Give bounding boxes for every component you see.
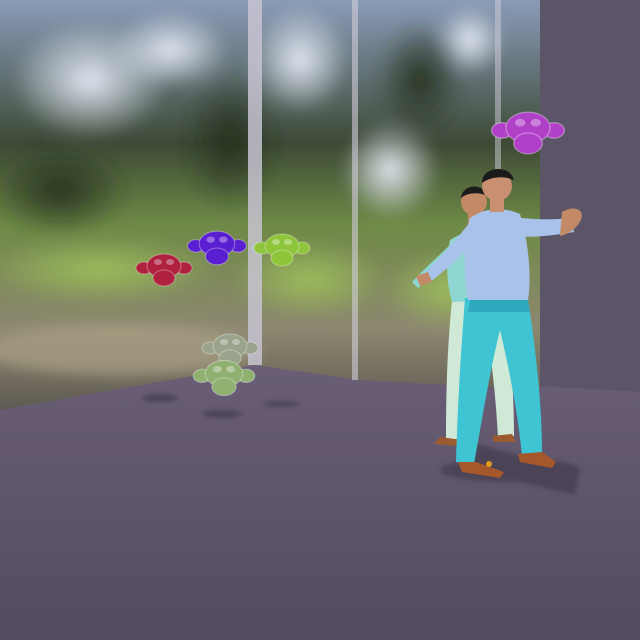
floor xyxy=(0,360,640,640)
scene-canvas xyxy=(0,0,640,640)
glass-mullion-mid xyxy=(352,0,358,380)
glass-mullion-left xyxy=(248,0,262,365)
right-wall xyxy=(540,0,640,392)
